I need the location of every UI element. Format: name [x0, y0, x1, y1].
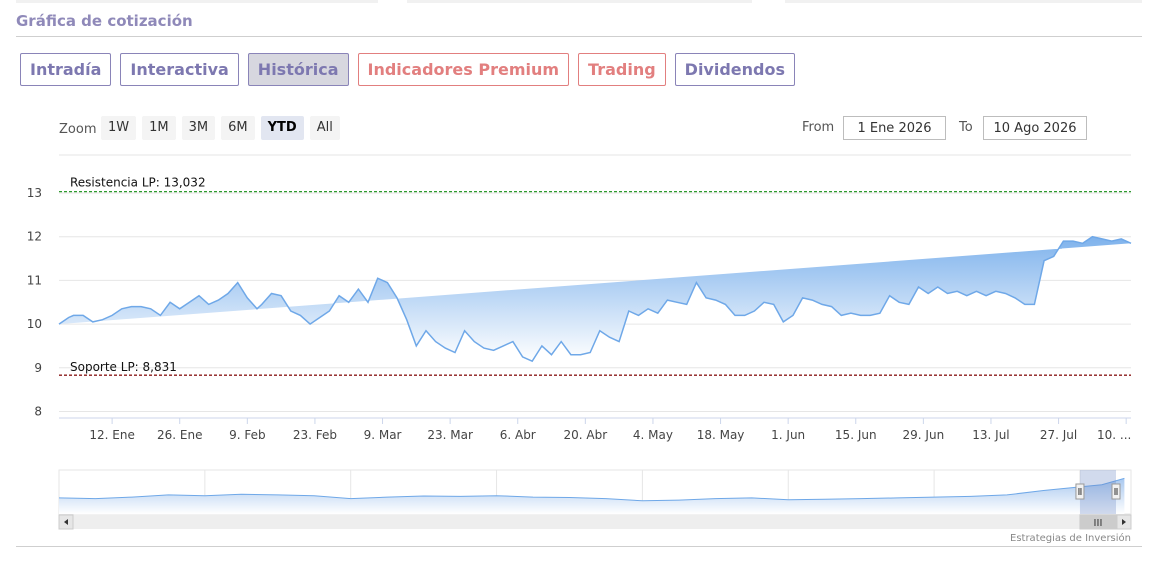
- y-axis-ticks: 8 9 10 11 12 13: [27, 186, 42, 419]
- credits-text: Estrategias de Inversión: [1010, 532, 1131, 544]
- price-chart: 8 9 10 11 12 13 Resistencia LP: 13,032 Soport…: [27, 154, 1132, 544]
- y-tick-label: 8: [34, 405, 42, 419]
- x-tick-label: 23. Feb: [293, 428, 337, 442]
- y-tick-label: 10: [27, 317, 42, 331]
- x-tick-label: 27. Jul: [1040, 428, 1077, 442]
- x-tick-label: 20. Abr: [564, 428, 608, 442]
- handle-body: [1111, 483, 1121, 500]
- x-tick-label: 13. Jul: [972, 428, 1009, 442]
- y-tick-label: 12: [27, 230, 42, 244]
- y-tick-label: 13: [27, 186, 42, 200]
- x-tick-label: 4. May: [633, 428, 673, 442]
- x-tick-label: 9. Mar: [364, 428, 402, 442]
- x-tick-label: 15. Jun: [835, 428, 877, 442]
- x-tick-label: 12. Ene: [89, 428, 134, 442]
- y-tick-label: 9: [34, 361, 42, 375]
- x-tick-label: 18. May: [697, 428, 745, 442]
- x-tick-label: 29. Jun: [903, 428, 945, 442]
- y-tick-label: 11: [27, 273, 42, 287]
- scrollbar-track[interactable]: [59, 515, 1131, 529]
- resistance-label: Resistencia LP: 13,032: [70, 176, 206, 190]
- navigator-left-handle[interactable]: [1075, 483, 1085, 500]
- support-label: Soporte LP: 8,831: [70, 360, 177, 374]
- handle-body: [1075, 483, 1085, 500]
- x-tick-label: 9. Feb: [229, 428, 266, 442]
- x-tick-label: 1. Jun: [771, 428, 805, 442]
- footer-divider: [16, 546, 1142, 547]
- x-tick-label: 10. ...: [1097, 428, 1131, 442]
- x-tick-label: 6. Abr: [500, 428, 536, 442]
- x-axis-ticks: 12. Ene 26. Ene 9. Feb 23. Feb 9. Mar 23. Mar…: [89, 418, 1131, 442]
- x-tick-label: 23. Mar: [427, 428, 473, 442]
- navigator-selection[interactable]: [1079, 470, 1116, 514]
- navigator-right-handle[interactable]: [1111, 483, 1121, 500]
- x-tick-label: 26. Ene: [157, 428, 202, 442]
